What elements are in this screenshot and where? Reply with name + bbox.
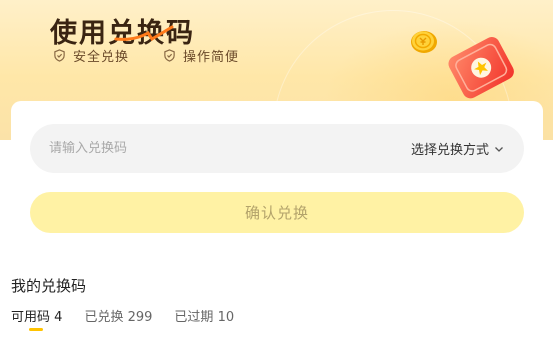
coin-icon bbox=[411, 31, 437, 53]
confirm-redeem-button[interactable]: 确认兑换 bbox=[30, 192, 524, 233]
tab-available-count: 4 bbox=[54, 310, 63, 325]
tab-redeemed-label: 已兑换 bbox=[84, 310, 124, 325]
feature-secure: 安全兑换 bbox=[53, 46, 129, 65]
redeem-method-label: 选择兑换方式 bbox=[410, 143, 489, 158]
redeem-input-row: 选择兑换方式 bbox=[30, 124, 524, 173]
redeem-method-select[interactable]: 选择兑换方式 bbox=[411, 139, 504, 158]
tab-available[interactable]: 可用码 4 bbox=[11, 306, 63, 331]
tab-redeemed-count: 299 bbox=[127, 310, 153, 325]
feature-easy-label: 操作简便 bbox=[183, 50, 240, 65]
my-codes-tabs: 可用码 4 已兑换 299 已过期 10 bbox=[11, 306, 256, 331]
tab-expired-label: 已过期 bbox=[174, 310, 214, 325]
redeem-code-input[interactable] bbox=[49, 141, 349, 156]
shield-check-icon bbox=[54, 49, 65, 62]
active-tab-indicator bbox=[29, 328, 43, 331]
shield-check-icon bbox=[164, 49, 175, 62]
feature-easy: 操作简便 bbox=[163, 46, 239, 65]
tab-expired-count: 10 bbox=[217, 310, 235, 325]
tab-expired[interactable]: 已过期 10 bbox=[174, 306, 234, 325]
chevron-down-icon bbox=[495, 146, 503, 152]
my-codes-title: 我的兑换码 bbox=[11, 277, 87, 295]
title-swoosh-decoration bbox=[114, 25, 174, 42]
red-ticket-icon bbox=[448, 37, 514, 99]
tab-available-label: 可用码 bbox=[11, 310, 51, 325]
redeem-card: 选择兑换方式 确认兑换 bbox=[11, 101, 543, 255]
tab-redeemed[interactable]: 已兑换 299 bbox=[84, 306, 152, 325]
feature-secure-label: 安全兑换 bbox=[73, 50, 130, 65]
